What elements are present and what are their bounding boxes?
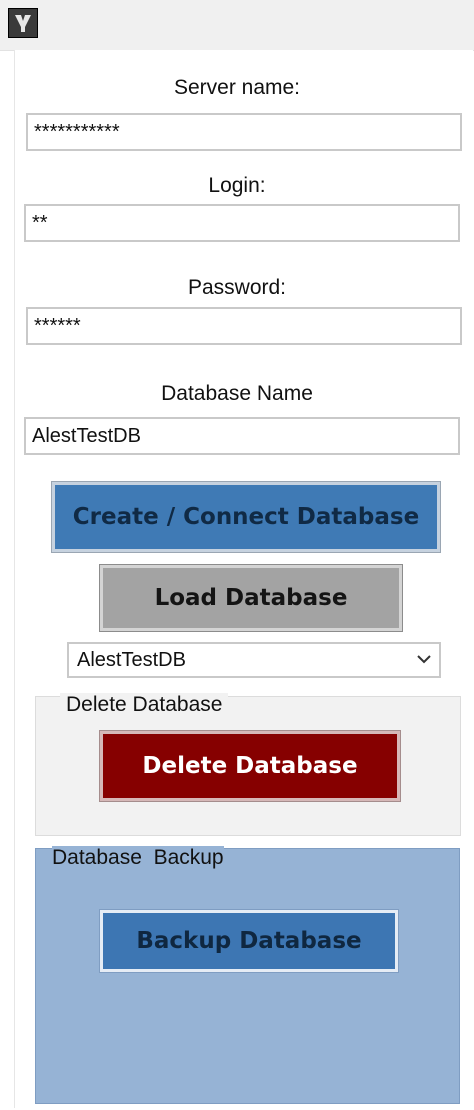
server-name-field[interactable] — [26, 113, 462, 151]
create-connect-database-button[interactable]: Create / Connect Database — [52, 482, 440, 552]
app-icon[interactable] — [8, 8, 38, 38]
delete-database-group-title: Delete Database — [60, 693, 229, 717]
password-label: Password: — [187, 276, 287, 299]
title-bar — [0, 0, 474, 51]
server-name-label: Server name: — [173, 76, 301, 99]
database-name-field[interactable] — [24, 417, 460, 455]
login-field[interactable] — [24, 204, 460, 242]
database-name-label: Database Name — [161, 382, 313, 405]
delete-database-button[interactable]: Delete Database — [100, 731, 400, 801]
password-field[interactable] — [26, 307, 462, 345]
database-select[interactable]: AlestTestDB — [67, 642, 441, 678]
database-backup-group — [35, 848, 460, 1104]
login-label: Login: — [208, 174, 266, 197]
database-select-value: AlestTestDB — [77, 648, 186, 671]
database-backup-group-title: Database Backup — [52, 846, 224, 870]
load-database-button[interactable]: Load Database — [100, 565, 402, 631]
chevron-down-icon[interactable] — [417, 651, 431, 669]
backup-database-button[interactable]: Backup Database — [100, 910, 398, 972]
